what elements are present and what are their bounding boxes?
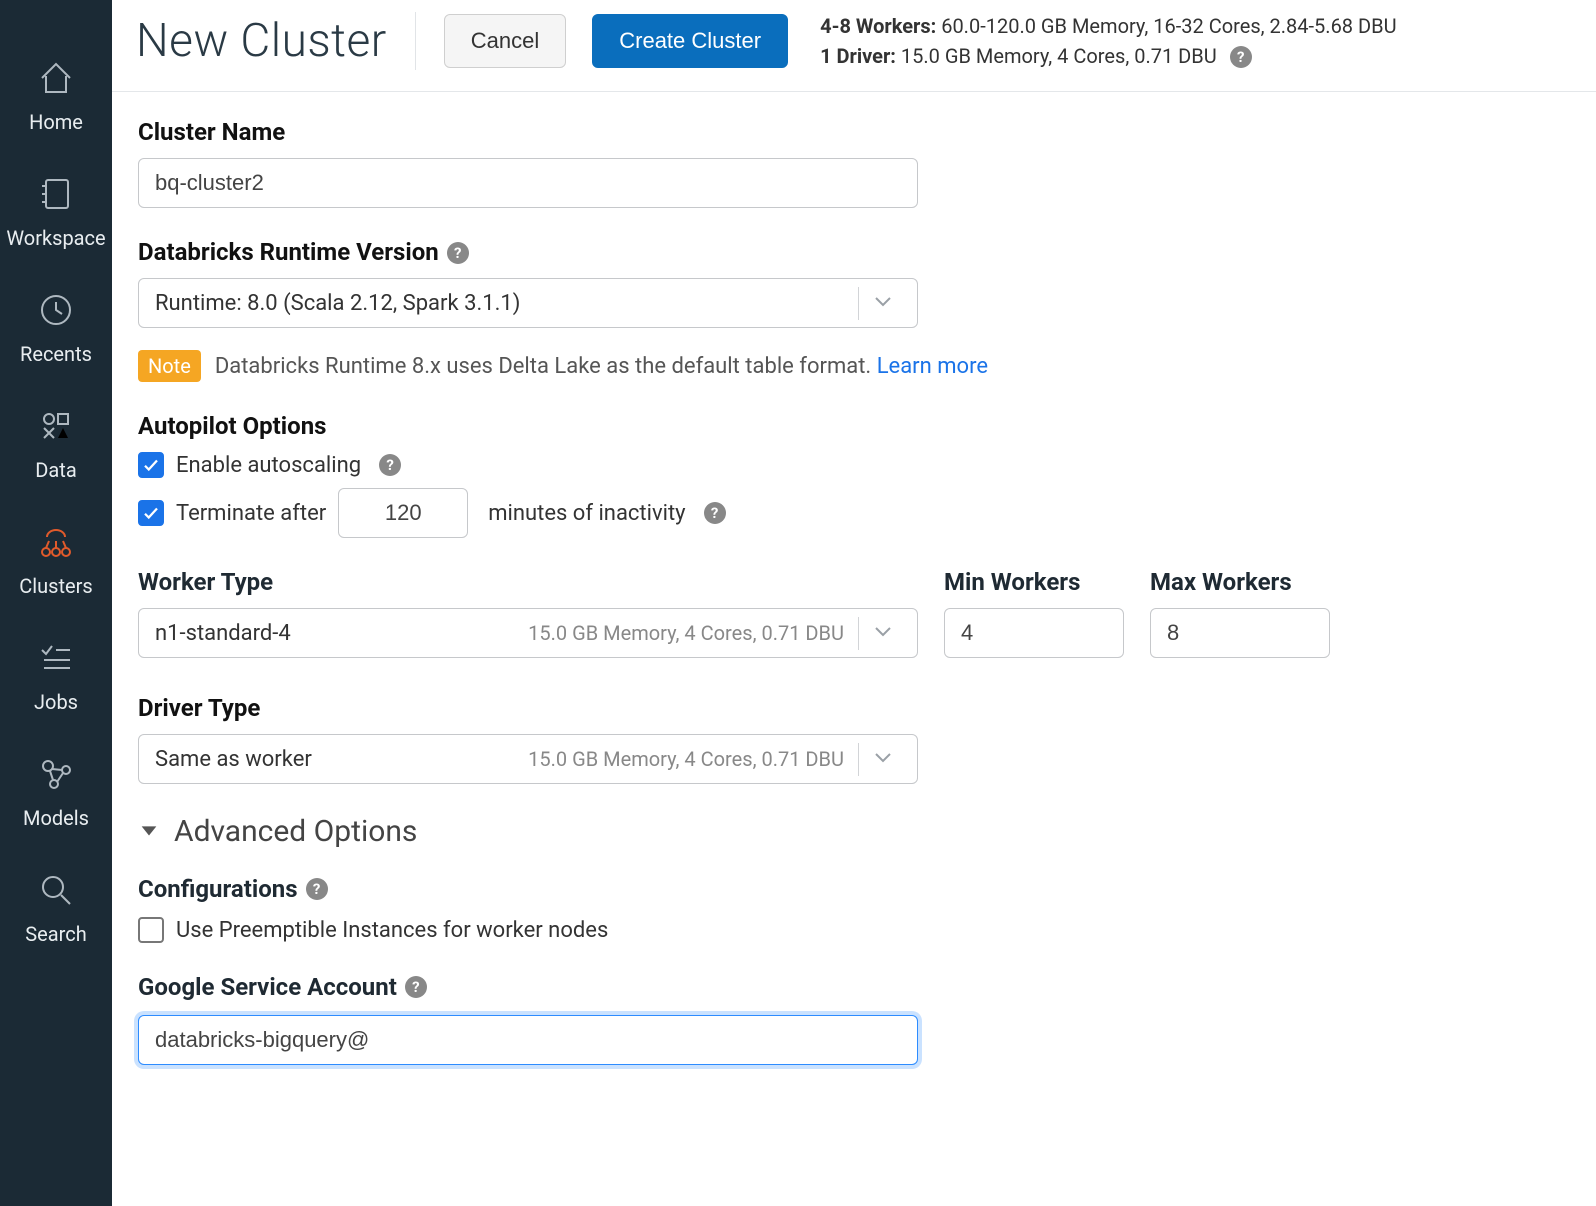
min-workers-label: Min Workers xyxy=(944,568,1124,596)
form: Cluster Name Databricks Runtime Version … xyxy=(112,92,1596,1206)
nav-clusters[interactable]: Clusters xyxy=(0,504,112,620)
learn-more-link[interactable]: Learn more xyxy=(877,354,988,379)
summary-workers-value: 60.0-120.0 GB Memory, 16-32 Cores, 2.84-… xyxy=(941,14,1396,38)
chevron-down-icon xyxy=(858,287,907,320)
note-text: Databricks Runtime 8.x uses Delta Lake a… xyxy=(215,354,871,379)
worker-type-select[interactable]: n1-standard-4 15.0 GB Memory, 4 Cores, 0… xyxy=(138,608,918,658)
nav-home[interactable]: Home xyxy=(0,40,112,156)
max-workers-label: Max Workers xyxy=(1150,568,1330,596)
summary-driver-label: 1 Driver: xyxy=(820,44,896,68)
clock-icon xyxy=(36,290,76,334)
configurations-field: Configurations ? Use Preemptible Instanc… xyxy=(138,875,1570,943)
help-icon[interactable]: ? xyxy=(379,454,401,476)
create-cluster-button[interactable]: Create Cluster xyxy=(592,14,788,68)
preemptible-label: Use Preemptible Instances for worker nod… xyxy=(176,918,608,943)
worker-type-label: Worker Type xyxy=(138,568,918,596)
max-workers-input[interactable] xyxy=(1150,608,1330,658)
nav-workspace-label: Workspace xyxy=(6,226,105,250)
page-title: New Cluster xyxy=(136,14,387,68)
enable-autoscaling-checkbox[interactable] xyxy=(138,452,164,478)
help-icon[interactable]: ? xyxy=(447,242,469,264)
checklist-icon xyxy=(36,638,76,682)
nav-workspace[interactable]: Workspace xyxy=(0,156,112,272)
nav-models-label: Models xyxy=(23,806,89,830)
worker-spec: 15.0 GB Memory, 4 Cores, 0.71 DBU xyxy=(528,621,844,645)
enable-autoscaling-label: Enable autoscaling xyxy=(176,453,361,478)
nav-data[interactable]: Data xyxy=(0,388,112,504)
driver-spec: 15.0 GB Memory, 4 Cores, 0.71 DBU xyxy=(528,747,844,771)
cluster-name-field: Cluster Name xyxy=(138,118,1570,208)
driver-type-label: Driver Type xyxy=(138,694,1570,722)
gsa-label: Google Service Account xyxy=(138,973,397,1001)
note-badge: Note xyxy=(138,350,201,382)
cluster-icon xyxy=(36,522,76,566)
nav-clusters-label: Clusters xyxy=(19,574,92,598)
nav-data-label: Data xyxy=(35,458,76,482)
cancel-button[interactable]: Cancel xyxy=(444,14,566,68)
caret-down-icon xyxy=(138,814,174,849)
nav-recents-label: Recents xyxy=(20,342,92,366)
cluster-name-input[interactable] xyxy=(138,158,918,208)
min-workers-input[interactable] xyxy=(944,608,1124,658)
home-icon xyxy=(36,58,76,102)
runtime-note: Note Databricks Runtime 8.x uses Delta L… xyxy=(138,350,1570,382)
help-icon[interactable]: ? xyxy=(405,976,427,998)
header: New Cluster Cancel Create Cluster 4-8 Wo… xyxy=(112,0,1596,92)
nav-jobs[interactable]: Jobs xyxy=(0,620,112,736)
terminate-suffix: minutes of inactivity xyxy=(488,501,685,526)
runtime-label: Databricks Runtime Version xyxy=(138,238,439,266)
resource-summary: 4-8 Workers: 60.0-120.0 GB Memory, 16-32… xyxy=(820,11,1396,71)
summary-workers-label: 4-8 Workers: xyxy=(820,14,936,38)
divider xyxy=(415,12,416,70)
runtime-select[interactable]: Runtime: 8.0 (Scala 2.12, Spark 3.1.1) xyxy=(138,278,918,328)
terminate-minutes-input[interactable] xyxy=(338,488,468,538)
gsa-field: Google Service Account ? xyxy=(138,973,1570,1065)
runtime-field: Databricks Runtime Version ? Runtime: 8.… xyxy=(138,238,1570,382)
preemptible-checkbox[interactable] xyxy=(138,917,164,943)
worker-type-value: n1-standard-4 xyxy=(155,621,291,646)
advanced-options-toggle[interactable]: Advanced Options xyxy=(138,814,1570,849)
runtime-value: Runtime: 8.0 (Scala 2.12, Spark 3.1.1) xyxy=(155,291,520,316)
search-icon xyxy=(36,870,76,914)
help-icon[interactable]: ? xyxy=(306,878,328,900)
worker-row: Worker Type n1-standard-4 15.0 GB Memory… xyxy=(138,568,1570,658)
autopilot-label: Autopilot Options xyxy=(138,412,1570,440)
sidebar: Home Workspace Recents Data Clusters Job… xyxy=(0,0,112,1206)
notebook-icon xyxy=(36,174,76,218)
shapes-icon xyxy=(36,406,76,450)
terminate-prefix: Terminate after xyxy=(176,501,326,526)
nav-jobs-label: Jobs xyxy=(34,690,78,714)
cluster-name-label: Cluster Name xyxy=(138,118,1570,146)
help-icon[interactable]: ? xyxy=(1230,46,1252,68)
gsa-input[interactable] xyxy=(138,1015,918,1065)
nav-search-label: Search xyxy=(25,922,86,946)
terminate-after-checkbox[interactable] xyxy=(138,500,164,526)
help-icon[interactable]: ? xyxy=(704,502,726,524)
configurations-label: Configurations xyxy=(138,875,298,903)
chevron-down-icon xyxy=(858,743,907,776)
main-panel: New Cluster Cancel Create Cluster 4-8 Wo… xyxy=(112,0,1596,1206)
autopilot-field: Autopilot Options Enable autoscaling ? T… xyxy=(138,412,1570,538)
nav-home-label: Home xyxy=(29,110,83,134)
nav-models[interactable]: Models xyxy=(0,736,112,852)
driver-field: Driver Type Same as worker 15.0 GB Memor… xyxy=(138,694,1570,784)
nav-search[interactable]: Search xyxy=(0,852,112,968)
advanced-label: Advanced Options xyxy=(174,814,417,849)
nav-recents[interactable]: Recents xyxy=(0,272,112,388)
driver-type-select[interactable]: Same as worker 15.0 GB Memory, 4 Cores, … xyxy=(138,734,918,784)
chevron-down-icon xyxy=(858,617,907,650)
summary-driver-value: 15.0 GB Memory, 4 Cores, 0.71 DBU xyxy=(901,44,1217,68)
graph-icon xyxy=(36,754,76,798)
driver-type-value: Same as worker xyxy=(155,747,312,772)
